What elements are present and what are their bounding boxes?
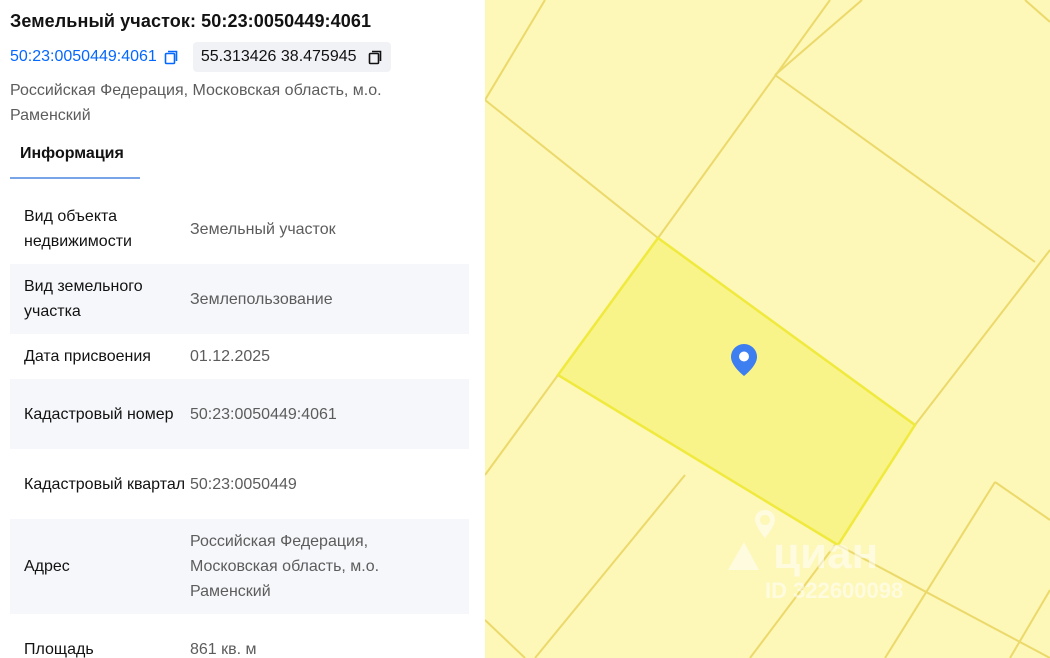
info-table: Вид объекта недвижимости Земельный участ… — [10, 194, 469, 658]
pin-center-dot — [739, 351, 749, 362]
row-value: 50:23:0050449 — [190, 475, 297, 493]
watermark-id-text: ID 322600098 — [765, 578, 903, 603]
row-key: Вид земельного участка — [24, 278, 143, 320]
identifier-chips: 50:23:0050449:4061 55.313426 38.475945 — [10, 42, 391, 72]
table-row: Площадь 861 кв. м — [10, 614, 469, 658]
row-key: Вид объекта недвижимости — [24, 208, 132, 250]
copy-icon[interactable] — [163, 49, 179, 65]
table-row: Кадастровый номер 50:23:0050449:4061 — [10, 379, 469, 449]
page-title: Земельный участок: 50:23:0050449:4061 — [10, 11, 372, 31]
cadastral-map[interactable]: циан ID 322600098 — [485, 0, 1050, 658]
row-key: Дата присвоения — [24, 348, 151, 365]
copy-icon[interactable] — [367, 49, 383, 65]
row-value: Землепользование — [190, 290, 333, 308]
row-value: 01.12.2025 — [190, 348, 271, 365]
cadastral-number-link[interactable]: 50:23:0050449:4061 — [10, 48, 179, 66]
row-key: Кадастровый квартал — [24, 475, 186, 493]
info-panel: Земельный участок: 50:23:0050449:4061 50… — [0, 0, 485, 658]
address-text: Российская Федерация, Московская область… — [10, 82, 382, 124]
map-canvas[interactable]: циан ID 322600098 — [485, 0, 1050, 658]
row-key: Площадь — [24, 640, 94, 658]
coordinates-chip[interactable]: 55.313426 38.475945 — [192, 42, 391, 72]
watermark-logo-text: циан — [773, 529, 878, 578]
row-value: Российская Федерация, Московская область… — [190, 533, 380, 600]
table-row: Вид земельного участка Землепользование — [10, 264, 469, 334]
cadastral-number-text: 50:23:0050449:4061 — [10, 48, 157, 65]
table-row: Адрес Российская Федерация, Московская о… — [10, 519, 469, 614]
tab-information[interactable]: Информация — [10, 137, 140, 179]
row-value: 861 кв. м — [190, 640, 257, 658]
row-value: Земельный участок — [190, 220, 336, 238]
row-key: Адрес — [24, 558, 70, 575]
row-key: Кадастровый номер — [24, 405, 174, 423]
table-row: Кадастровый квартал 50:23:0050449 — [10, 449, 469, 519]
row-value: 50:23:0050449:4061 — [190, 405, 337, 423]
coordinates-text: 55.313426 38.475945 — [200, 48, 357, 65]
table-row: Дата присвоения 01.12.2025 — [10, 334, 469, 379]
table-row: Вид объекта недвижимости Земельный участ… — [10, 194, 469, 264]
